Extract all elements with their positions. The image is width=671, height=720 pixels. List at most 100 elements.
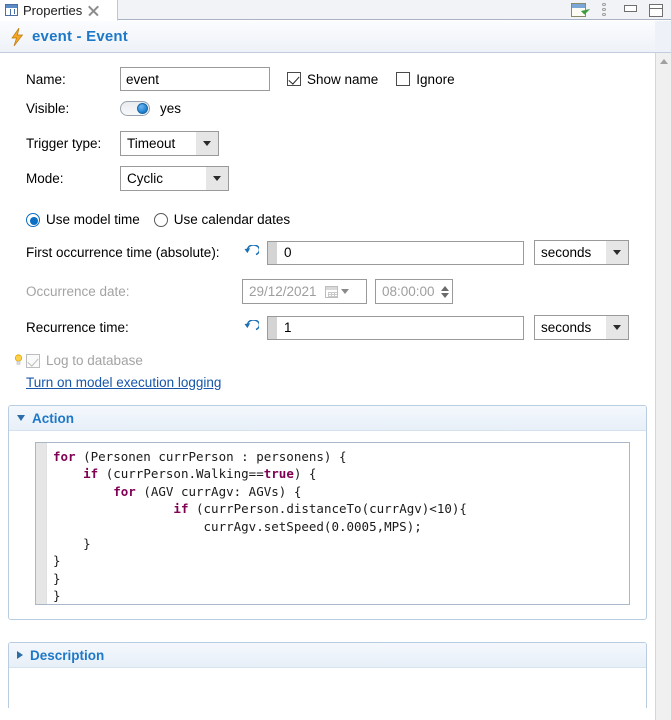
recurrence-time-label: Recurrence time: [26, 320, 129, 335]
show-name-label: Show name [307, 71, 379, 87]
action-section: Action for (Personen currPerson : person… [8, 405, 647, 620]
mode-select[interactable]: Cyclic [120, 166, 229, 191]
dynamic-value-icon[interactable] [242, 243, 261, 261]
first-occurrence-row: First occurrence time (absolute): second… [26, 240, 629, 265]
description-section-header[interactable]: Description [9, 643, 646, 668]
first-occurrence-input[interactable] [267, 240, 524, 265]
code-line: for (Personen currPerson : personens) { [53, 449, 347, 464]
calendar-icon [324, 285, 338, 298]
code-keyword: if [83, 466, 99, 482]
visible-value: yes [160, 101, 182, 116]
visible-toggle[interactable] [120, 101, 150, 116]
log-to-database-checkbox[interactable] [26, 353, 40, 368]
scrollbar-corner [655, 21, 671, 53]
action-code-text[interactable]: for (Personen currPerson : personens) { … [47, 443, 629, 604]
properties-body: Name: Show name Ignore Visible: yes Trig… [0, 53, 655, 720]
hint-bulb-icon [14, 354, 23, 367]
lightning-bolt-icon [10, 27, 24, 46]
code-line: } [53, 570, 61, 586]
minimize-button[interactable] [617, 0, 643, 20]
use-model-time-radio[interactable] [26, 212, 40, 227]
trigger-type-select[interactable]: Timeout [120, 131, 219, 156]
logging-link-row: Turn on model execution logging [26, 375, 221, 390]
maximize-button[interactable] [643, 0, 669, 20]
occurrence-time-value: 08:00:00 [382, 284, 435, 299]
minimize-icon [623, 4, 637, 16]
code-line: } [53, 588, 61, 604]
mode-label: Mode: [26, 171, 64, 186]
mode-row: Mode: Cyclic [26, 166, 229, 191]
use-calendar-dates-label: Use calendar dates [173, 212, 291, 227]
ignore-checkbox[interactable] [396, 72, 411, 86]
use-calendar-dates-radio[interactable] [153, 212, 168, 227]
occurrence-date-label: Occurrence date: [26, 284, 130, 299]
occurrence-date-field[interactable]: 29/12/2021 [242, 279, 367, 304]
view-menu-button[interactable] [591, 0, 617, 20]
action-section-header[interactable]: Action [9, 406, 646, 431]
chevron-down-icon[interactable] [338, 289, 354, 294]
name-label: Name: [26, 71, 66, 87]
code-keyword: for [53, 449, 76, 464]
code-line: currAgv.setSpeed(0.0005,MPS); [203, 518, 422, 534]
view-toolbar [565, 0, 669, 20]
name-row: Name: Show name Ignore [26, 67, 455, 91]
code-keyword: for [113, 483, 136, 499]
time-mode-radio-group: Use model time Use calendar dates [26, 212, 290, 227]
visible-row: Visible: yes [26, 101, 181, 116]
recurrence-unit-value: seconds [541, 320, 592, 335]
first-occurrence-label: First occurrence time (absolute): [26, 245, 220, 260]
turn-on-logging-link[interactable]: Turn on model execution logging [26, 375, 221, 390]
name-input[interactable] [120, 67, 270, 91]
code-line: for (AGV currAgv: AGVs) { [113, 483, 302, 499]
use-model-time-label: Use model time [46, 212, 140, 227]
ignore-label: Ignore [416, 71, 455, 87]
occurrence-date-row: Occurrence date: 29/12/2021 08:00:00 [26, 279, 453, 304]
field-marker [268, 241, 277, 264]
chevron-up-icon [659, 59, 668, 64]
occurrence-date-value: 29/12/2021 [249, 284, 317, 299]
first-occurrence-unit-value: seconds [541, 245, 592, 260]
chevron-down-icon [206, 167, 228, 190]
tab-properties-label: Properties [23, 2, 83, 18]
trigger-type-value: Timeout [127, 136, 176, 151]
editor-gutter [36, 443, 47, 604]
close-icon[interactable] [88, 5, 99, 16]
visible-label: Visible: [26, 101, 70, 116]
code-line: if (currPerson.Walking==true) { [83, 466, 317, 482]
code-line: if (currPerson.distanceTo(currAgv)<10){ [173, 501, 467, 517]
code-keyword: if [173, 501, 189, 517]
trigger-type-label: Trigger type: [26, 136, 102, 151]
code-line: } [83, 536, 91, 552]
tab-properties[interactable]: Properties [0, 0, 118, 21]
description-section: Description [8, 642, 647, 708]
vertical-dots-icon [602, 3, 606, 17]
dynamic-value-icon[interactable] [242, 318, 261, 336]
chevron-down-icon [606, 316, 628, 339]
detach-window-icon [570, 3, 586, 17]
trigger-type-row: Trigger type: Timeout [26, 131, 219, 156]
scroll-up-button[interactable] [656, 53, 671, 70]
vertical-scrollbar[interactable] [655, 53, 671, 720]
occurrence-time-field[interactable]: 08:00:00 [375, 279, 453, 304]
detach-view-button[interactable] [565, 0, 591, 20]
recurrence-time-input[interactable] [267, 315, 524, 340]
recurrence-unit-select[interactable]: seconds [534, 315, 629, 340]
properties-header: event - Event [0, 21, 671, 53]
code-line: } [53, 553, 61, 569]
time-stepper[interactable] [439, 280, 452, 303]
action-code-editor[interactable]: for (Personen currPerson : personens) { … [35, 442, 630, 605]
page-title: event - Event [32, 28, 128, 45]
show-name-checkbox[interactable] [287, 72, 301, 86]
log-to-database-label: Log to database [46, 353, 143, 368]
view-tab-bar: Properties [0, 0, 671, 21]
description-section-title: Description [30, 647, 105, 663]
chevron-right-icon [17, 651, 23, 659]
action-section-title: Action [32, 410, 74, 426]
field-marker [268, 316, 277, 339]
recurrence-time-row: Recurrence time: seconds [26, 315, 629, 340]
toggle-knob [137, 103, 148, 114]
chevron-down-icon [606, 241, 628, 264]
maximize-icon [649, 3, 663, 17]
properties-grid-icon [5, 4, 18, 16]
first-occurrence-unit-select[interactable]: seconds [534, 240, 629, 265]
